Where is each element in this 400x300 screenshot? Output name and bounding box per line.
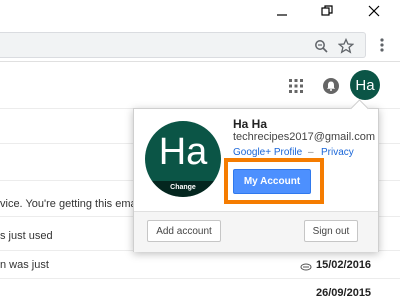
email-snippet[interactable]: n was just [0,259,49,271]
minimize-button[interactable] [260,0,304,22]
browser-toolbar [0,30,400,60]
close-button[interactable] [352,0,396,22]
change-photo-label[interactable]: Change [145,181,221,197]
account-avatar-button[interactable]: Ha [350,70,380,100]
profile-photo[interactable]: Ha Change [145,121,221,197]
link-separator: – [308,147,314,158]
minimize-icon [277,14,287,16]
avatar-initials: Ha [355,76,375,94]
gmail-header [0,62,400,108]
address-bar[interactable] [0,32,366,58]
attachment-icon [300,259,312,271]
email-snippet[interactable]: s just used [0,230,53,242]
my-account-button[interactable]: My Account [233,169,311,194]
restore-button[interactable] [305,0,349,22]
star-icon[interactable] [336,36,356,56]
sign-out-button[interactable]: Sign out [304,220,358,242]
email-snippet[interactable]: vice. You're getting this email to [0,198,154,210]
close-icon [368,5,380,17]
email-date: 26/09/2015 [316,287,372,299]
zoom-icon[interactable] [311,36,331,56]
google-plus-profile-link[interactable]: Google+ Profile [233,147,302,158]
kebab-menu-icon[interactable] [372,35,392,55]
apps-grid-icon[interactable] [288,78,304,94]
profile-initials: Ha [158,131,208,173]
add-account-button[interactable]: Add account [147,220,221,242]
email-date: 15/02/2016 [316,259,372,271]
account-name: Ha Ha [233,117,268,131]
account-email: techrecipes2017@gmail.com [233,131,376,143]
restore-icon [321,5,333,16]
notifications-icon[interactable] [322,77,340,95]
list-divider [0,278,400,279]
privacy-link[interactable]: Privacy [321,147,354,158]
